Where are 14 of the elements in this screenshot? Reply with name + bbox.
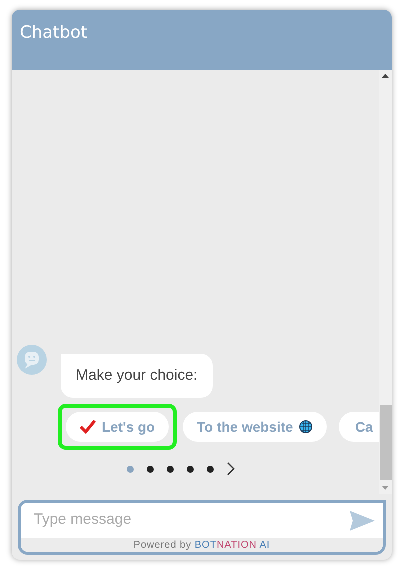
choice-button[interactable]: Let's go bbox=[66, 412, 170, 442]
choice-button[interactable]: To the website bbox=[183, 412, 328, 442]
message-input[interactable]: Type message bbox=[34, 509, 350, 532]
message-text: Make your choice: bbox=[76, 367, 198, 384]
powered-by-text: Powered by BOTNATION AI bbox=[134, 538, 270, 552]
scrollbar[interactable] bbox=[379, 70, 392, 494]
check-icon bbox=[80, 420, 96, 434]
scroll-thumb[interactable] bbox=[380, 405, 392, 480]
chevron-right-icon[interactable] bbox=[226, 462, 234, 476]
window-title: Chatbot bbox=[20, 22, 88, 45]
choice-button[interactable]: Ca bbox=[339, 412, 379, 442]
globe-icon bbox=[299, 420, 314, 434]
bot-avatar-icon bbox=[17, 345, 47, 375]
scroll-up-icon[interactable] bbox=[382, 74, 389, 78]
